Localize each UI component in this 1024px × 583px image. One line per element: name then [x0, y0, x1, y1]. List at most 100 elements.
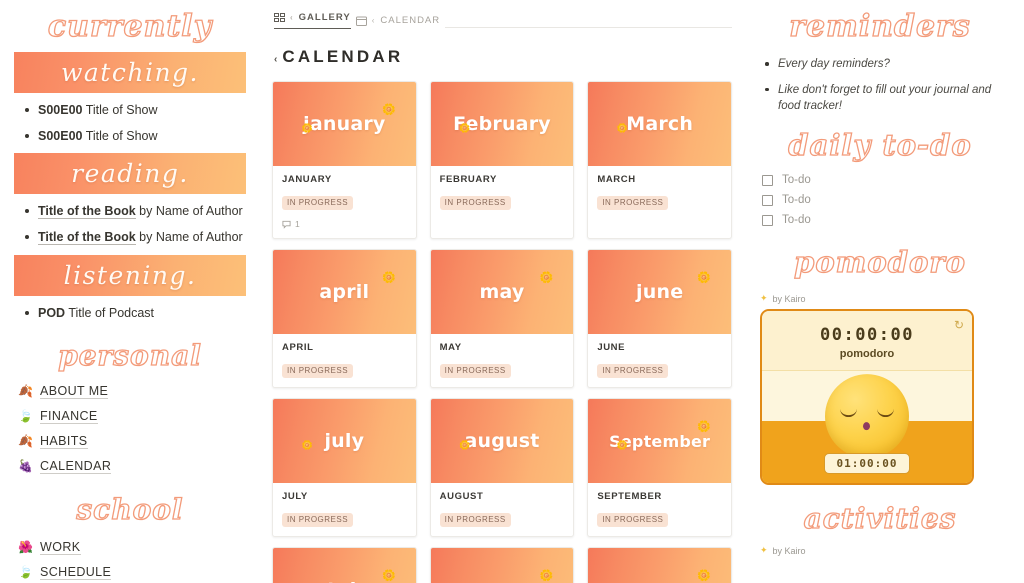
listening-banner-label: listening. — [63, 260, 197, 290]
gallery-card-september[interactable]: 🌼 🌼 September SEPTEMBER IN PROGRESS — [587, 398, 732, 537]
pomodoro-widget[interactable]: ↻ 00:00:00 pomodoro 01:00:00 — [760, 309, 974, 486]
card-cover: 🌼 june — [588, 250, 731, 334]
reading-list: Title of the Book by Name of Author Titl… — [14, 202, 246, 246]
gallery-card-august[interactable]: 🌼 august AUGUST IN PROGRESS — [429, 398, 575, 537]
gallery-card-march[interactable]: 🌼 March MARCH IN PROGRESS — [587, 81, 732, 239]
gallery-card-october[interactable]: 🌼 🌼 october OCTOBER IN PROGRESS — [272, 547, 417, 583]
book-title-link[interactable]: Title of the Book — [38, 230, 136, 246]
checkbox-icon[interactable] — [762, 194, 773, 206]
reminders-list: Every day reminders? Like don't forget t… — [754, 56, 1006, 115]
sleeping-face-icon — [825, 374, 909, 459]
breadcrumb: ‹ GALLERY ‹ CALENDAR — [272, 0, 732, 35]
maple-leaf-icon: 🍂 — [18, 434, 34, 449]
leaf-fluttering-icon: 🍃 — [18, 409, 34, 424]
main-content: ‹ GALLERY ‹ CALENDAR ‹ CALENDAR 🌼 🌼 janu… — [260, 0, 742, 583]
calendar-icon — [355, 16, 367, 26]
status-badge: IN PROGRESS — [282, 196, 354, 210]
school-heading: school — [76, 492, 184, 526]
card-cover: 🌼 🌼 october — [273, 548, 416, 583]
gallery-card-december[interactable]: 🌼 december DECEMBER IN PROGRESS — [587, 547, 732, 583]
show-code: S00E00 — [38, 103, 83, 117]
show-title: Title of Show — [85, 129, 158, 144]
card-cover: 🌼 🌼 November — [430, 548, 574, 583]
currently-heading: currently — [47, 9, 213, 44]
show-title: Title of Show — [85, 103, 158, 117]
sidebar-item-habits[interactable]: 🍂 HABITS — [18, 434, 246, 449]
gallery-card-july[interactable]: 🌼 july JULY IN PROGRESS — [272, 398, 417, 537]
flower-icon: 🌼 — [697, 420, 712, 433]
card-body: JULY IN PROGRESS — [273, 483, 416, 536]
card-cover-word: may — [479, 281, 525, 303]
pomodoro-byline: ✦ by Kairo — [754, 293, 1006, 304]
card-cover: 🌼 February — [430, 82, 574, 166]
sidebar-item-calendar[interactable]: 🍇 CALENDAR — [18, 459, 246, 474]
sidebar-item-about-me[interactable]: 🍂 ABOUT ME — [18, 384, 246, 399]
sidebar-item-finance[interactable]: 🍃 FINANCE — [18, 409, 246, 424]
book-author: by Name of Author — [139, 230, 243, 245]
mouth — [863, 422, 870, 431]
sidebar-item-label: ABOUT ME — [40, 383, 109, 399]
gallery-card-november[interactable]: 🌼 🌼 November NOVEMBER IN PROGRESS — [429, 547, 575, 583]
watching-banner-label: watching. — [61, 58, 199, 87]
listening-list: POD Title of Podcast — [14, 304, 246, 322]
page-title-caret: ‹ — [274, 54, 278, 65]
activities-heading: activities — [803, 502, 957, 536]
card-cover: 🌼 may — [430, 250, 574, 334]
sidebar-item-label: HABITS — [40, 433, 88, 449]
card-cover-word: july — [324, 430, 365, 452]
card-title: SEPTEMBER — [597, 491, 662, 502]
blossom-icon: 🌺 — [18, 540, 34, 555]
flower-icon: 🌼 — [697, 569, 712, 582]
sparkle-icon: ✦ — [760, 293, 768, 304]
gallery-card-february[interactable]: 🌼 February FEBRUARY IN PROGRESS — [429, 81, 575, 239]
list-item: Title of the Book by Name of Author — [20, 228, 246, 246]
list-item: POD Title of Podcast — [20, 304, 246, 322]
breadcrumb-tab-calendar[interactable]: ‹ CALENDAR — [355, 15, 441, 26]
card-cover: 🌼 🌼 September — [588, 399, 731, 483]
flower-icon: 🌼 — [539, 271, 554, 284]
show-code: S00E00 — [38, 129, 83, 144]
todo-item[interactable]: To-do — [754, 214, 1006, 226]
gallery-card-april[interactable]: 🌼 april APRIL IN PROGRESS — [272, 249, 417, 388]
checkbox-icon[interactable] — [762, 174, 773, 186]
card-comment-count[interactable]: 1 — [282, 219, 407, 229]
reset-icon[interactable]: ↻ — [954, 318, 964, 332]
flower-icon: 🌼 — [381, 271, 396, 284]
flower-icon: 🌼 — [697, 271, 712, 284]
flower-icon: 🌼 — [381, 569, 396, 582]
todo-item[interactable]: To-do — [754, 174, 1006, 186]
gallery-grid-icon — [274, 13, 285, 22]
list-item: Every day reminders? — [762, 56, 1006, 73]
pomodoro-preset-button[interactable]: 01:00:00 — [823, 453, 911, 475]
dashboard-page: currently watching. S00E00 Title of Show… — [0, 0, 1024, 583]
breadcrumb-calendar-label: CALENDAR — [380, 15, 441, 26]
gallery-card-june[interactable]: 🌼 june JUNE IN PROGRESS — [587, 249, 732, 388]
list-item: Like don't forget to fill out your journ… — [762, 82, 1006, 115]
comment-count-value: 1 — [295, 219, 300, 229]
flower-icon: 🌼 — [459, 440, 471, 450]
todo-item[interactable]: To-do — [754, 194, 1006, 206]
status-badge: IN PROGRESS — [597, 364, 669, 378]
sidebar-item-schedule[interactable]: 🍃 SCHEDULE — [18, 565, 246, 580]
pomodoro-display: 00:00:00 pomodoro — [762, 311, 972, 372]
gallery-card-january[interactable]: 🌼 🌼 january JANUARY IN PROGRESS 1 — [272, 81, 417, 239]
page-title: ‹ CALENDAR — [272, 35, 732, 81]
reminders-heading: reminders — [789, 9, 971, 44]
card-cover-word: october — [302, 579, 386, 583]
watching-list: S00E00 Title of Show S00E00 Title of Sho… — [14, 101, 246, 145]
status-badge: IN PROGRESS — [439, 196, 511, 210]
book-title-link[interactable]: Title of the Book — [38, 204, 136, 220]
pomodoro-byline-text: by Kairo — [772, 293, 806, 304]
sidebar-item-work[interactable]: 🌺 WORK — [18, 540, 246, 555]
personal-nav: 🍂 ABOUT ME 🍃 FINANCE 🍂 HABITS 🍇 CALENDAR — [14, 384, 246, 474]
status-badge: IN PROGRESS — [439, 364, 511, 378]
sidebar-item-label: WORK — [40, 539, 81, 555]
breadcrumb-tab-gallery[interactable]: ‹ GALLERY — [274, 12, 351, 29]
checkbox-icon[interactable] — [762, 214, 773, 226]
card-cover-word: april — [319, 281, 370, 303]
book-author: by Name of Author — [139, 204, 243, 219]
eye-right — [877, 408, 894, 418]
breadcrumb-caret: ‹ — [290, 13, 294, 22]
gallery-card-may[interactable]: 🌼 may MAY IN PROGRESS — [429, 249, 575, 388]
podcast-title: Title of Podcast — [68, 305, 155, 320]
